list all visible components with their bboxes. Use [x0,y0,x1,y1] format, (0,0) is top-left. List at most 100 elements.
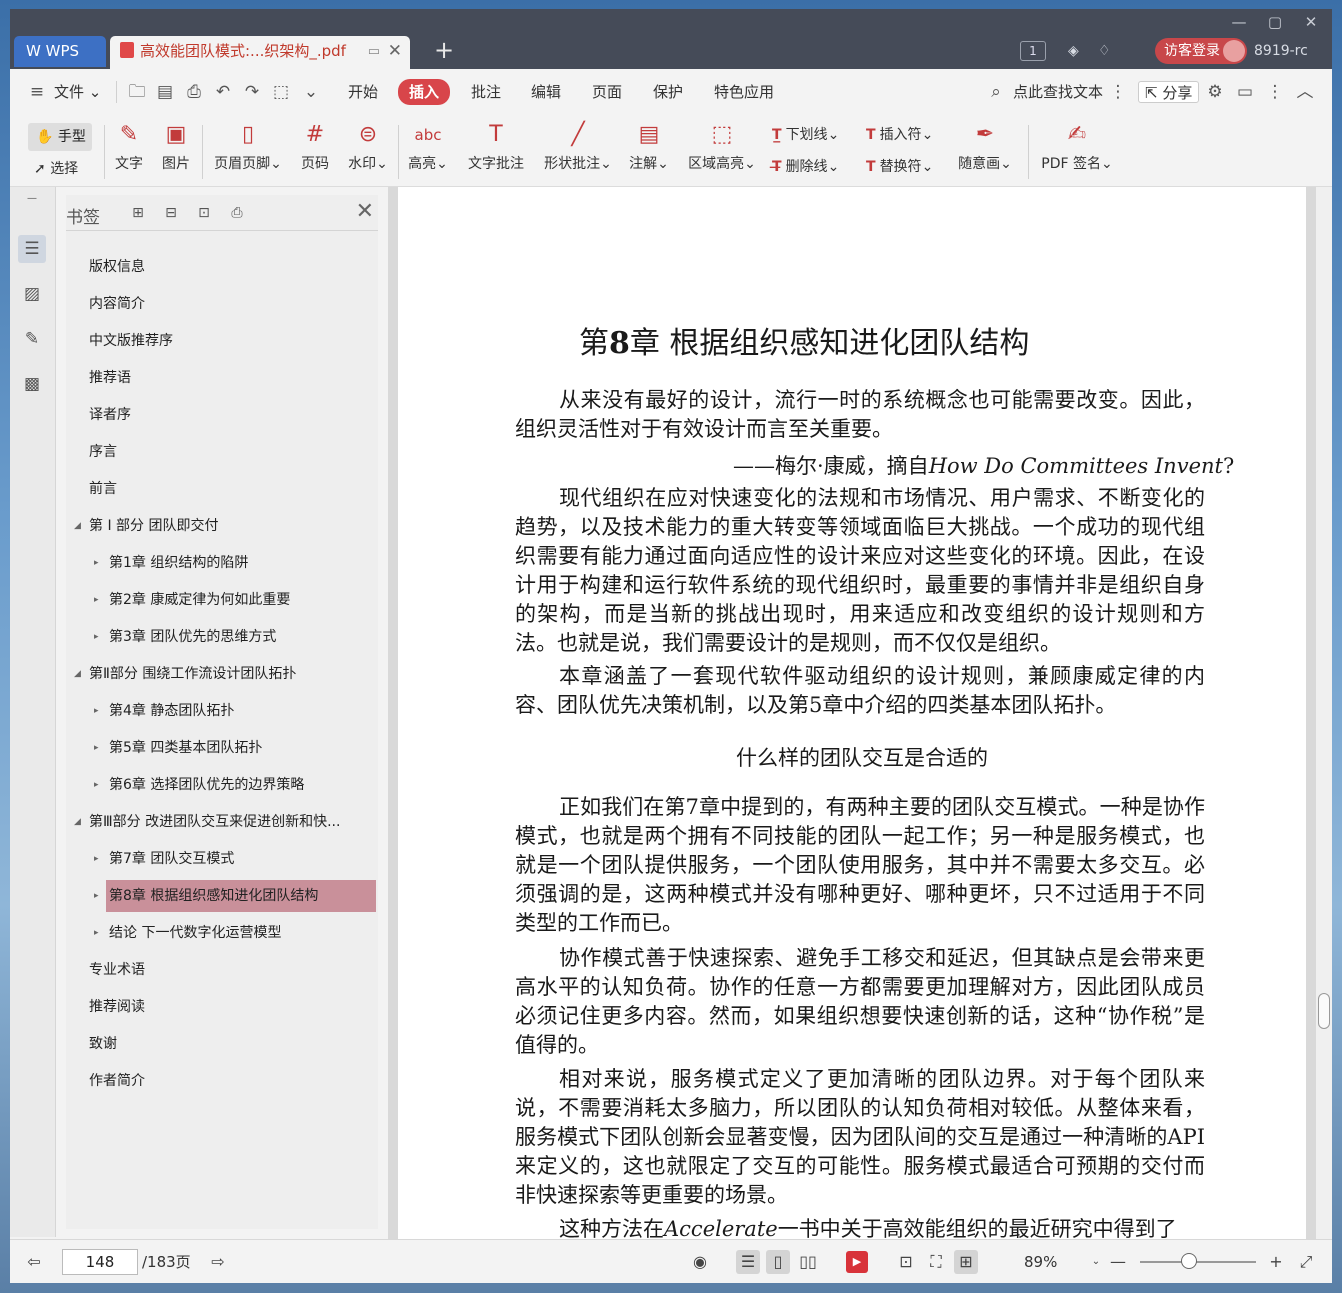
bookmark-item[interactable]: 专业术语 [86,954,376,986]
strikethrough-button[interactable]: T̶ 删除线⌄ [772,155,839,179]
header-footer-button[interactable]: ▯ 页眉页脚⌄ [210,121,286,183]
tab-special[interactable]: 特色应用 [714,81,774,103]
collapsed-arrow-icon[interactable]: ▸ [94,547,99,579]
collapsed-arrow-icon[interactable]: ▸ [94,732,99,764]
bookmark-item[interactable]: ◢ 第 I 部分 团队即交付 [74,510,376,542]
bookmark-item[interactable]: 内容简介 [86,288,376,320]
settings-icon[interactable]: ⚙ [1204,81,1226,103]
bookmark-item[interactable]: ▸ 第1章 组织结构的陷阱 [94,547,376,579]
scrollbar-thumb[interactable] [1318,993,1330,1029]
bookmark-item[interactable]: ▸ 第6章 选择团队优先的边界策略 [94,769,376,801]
bookmark-tag-icon[interactable]: ⎙ [227,203,247,223]
close-window-button[interactable]: ✕ [1294,11,1328,33]
tab-protect[interactable]: 保护 [653,81,683,103]
bookmark-item[interactable]: ▸ 第3章 团队优先的思维方式 [94,621,376,653]
bookmark-item[interactable]: 推荐阅读 [86,991,376,1023]
bookmark-item[interactable]: 作者简介 [86,1065,376,1097]
save-icon[interactable]: ▤ [154,81,176,103]
actual-size-icon[interactable]: ⊡ [894,1250,918,1274]
bookmark-item[interactable]: 致谢 [86,1028,376,1060]
bookmark-item[interactable]: 译者序 [86,399,376,431]
close-panel-icon[interactable]: ✕ [356,199,374,224]
close-tab-icon[interactable]: ✕ [388,36,402,67]
collapsed-arrow-icon[interactable]: ▸ [94,917,99,949]
text-button[interactable]: ✎ 文字 [110,121,148,183]
pdf-sign-button[interactable]: ✍ PDF 签名⌄ [1040,121,1114,183]
image-button[interactable]: ▣ 图片 [157,121,195,183]
bookmark-item[interactable]: 版权信息 [86,251,376,283]
bookmark-item[interactable]: ▸ 第5章 四类基本团队拓扑 [94,732,376,764]
expanded-arrow-icon[interactable]: ◢ [74,658,81,690]
fit-page-icon[interactable]: ⛶ [924,1250,948,1274]
bookmark-item[interactable]: ◢ 第Ⅲ部分 改进团队交互来促进创新和快... [74,806,376,838]
thumbnail-icon[interactable]: ▨ [18,280,46,308]
annotation-list-icon[interactable]: ✎ [18,325,46,353]
delete-bookmark-icon[interactable]: ⊟ [161,203,181,223]
bookmark-item[interactable]: 前言 [86,473,376,505]
new-tab-button[interactable]: + [434,36,454,64]
more-icon[interactable]: ⋮ [1264,81,1286,103]
redo-icon[interactable]: ↷ [241,81,263,103]
hamburger-icon[interactable]: ≡ [26,81,48,103]
single-page-icon[interactable]: ▯ [766,1250,790,1274]
collapsed-arrow-icon[interactable]: ▸ [94,769,99,801]
bookmark-item[interactable]: ▸ 第2章 康威定律为何如此重要 [94,584,376,616]
fit-width-icon[interactable]: ⊞ [954,1250,978,1274]
minimize-button[interactable]: — [1222,11,1256,33]
bookmark-item[interactable]: 序言 [86,436,376,468]
prev-page-icon[interactable]: ⇦ [22,1250,46,1274]
collapsed-arrow-icon[interactable]: ▸ [94,621,99,653]
login-button[interactable]: 访客登录 [1155,38,1247,64]
collapsed-arrow-icon[interactable]: ▸ [94,695,99,727]
bookmark-item[interactable]: ▸ 第4章 静态团队拓扑 [94,695,376,727]
more-vertical-icon[interactable]: ⋮ [1107,81,1129,103]
search-text-button[interactable]: 点此查找文本 [1013,81,1103,103]
underline-button[interactable]: T̲ 下划线⌄ [772,123,839,147]
share-button[interactable]: ⇱ 分享 [1138,81,1200,103]
vertical-scrollbar[interactable] [1316,187,1332,1239]
area-highlight-button[interactable]: ⬚ 区域高亮⌄ [686,121,758,183]
bookmark-item[interactable]: 推荐语 [86,362,376,394]
replace-mark-button[interactable]: T 替换符⌄ [866,155,933,179]
fullscreen-icon[interactable]: ⤢ [1294,1250,1318,1274]
bookmark-item[interactable]: ◢ 第Ⅱ部分 围绕工作流设计团队拓扑 [74,658,376,690]
hand-tool-button[interactable]: ✋ 手型 [28,123,92,151]
expand-bookmark-icon[interactable]: ⊡ [194,203,214,223]
tab-comment[interactable]: 批注 [471,81,501,103]
wps-home-tab[interactable]: W WPS [14,36,106,67]
attachment-icon[interactable]: ▩ [18,370,46,398]
annotation-button[interactable]: ▤ 注解⌄ [628,121,670,183]
search-icon[interactable]: ⌕ [985,81,1007,103]
highlight-button[interactable]: abc 高亮⌄ [406,121,450,183]
document-tab[interactable]: 高效能团队模式:...织架构_.pdf ▭ ✕ [110,36,410,69]
more-down-icon[interactable]: ⌄ [300,81,322,103]
message-icon[interactable]: ▭ [1234,81,1256,103]
continuous-view-icon[interactable]: ☰ [736,1250,760,1274]
tab-start[interactable]: 开始 [348,81,378,103]
two-page-icon[interactable]: ▯▯ [796,1250,820,1274]
expanded-arrow-icon[interactable]: ◢ [74,510,81,542]
print-icon[interactable]: ⎙ [183,81,205,103]
screen-icon[interactable]: ▭ [368,36,380,67]
freehand-button[interactable]: ✒ 随意画⌄ [956,121,1014,183]
zoom-in-icon[interactable]: + [1264,1250,1288,1274]
undo-icon[interactable]: ↶ [212,81,234,103]
tab-insert[interactable]: 插入 [398,79,451,105]
collapsed-arrow-icon[interactable]: ▸ [94,880,99,912]
window-count-badge[interactable]: 1 [1020,41,1046,61]
maximize-button[interactable]: ▢ [1258,11,1292,33]
export-icon[interactable]: ⬚ [270,81,292,103]
zoom-slider-track[interactable] [1140,1261,1256,1263]
shape-comment-button[interactable]: ╱ 形状批注⌄ [542,121,614,183]
text-comment-button[interactable]: T 文字批注 [465,121,527,183]
bookmark-item[interactable]: ▸ 结论 下一代数字化运营模型 [94,917,376,949]
bookmark-item[interactable]: ▸ 第8章 根据组织感知进化团队结构 [94,880,376,912]
add-bookmark-icon[interactable]: ⊞ [128,203,148,223]
tab-edit[interactable]: 编辑 [531,81,561,103]
insert-mark-button[interactable]: T 插入符⌄ [866,123,933,147]
zoom-level[interactable]: 89% [1024,1250,1057,1274]
bookmark-item[interactable]: ▸ 第7章 团队交互模式 [94,843,376,875]
bookmark-panel-icon[interactable]: ☰ [18,235,46,263]
select-tool-button[interactable]: ➚ 选择 [34,157,78,181]
file-menu[interactable]: 文件 ⌄ [54,81,101,103]
